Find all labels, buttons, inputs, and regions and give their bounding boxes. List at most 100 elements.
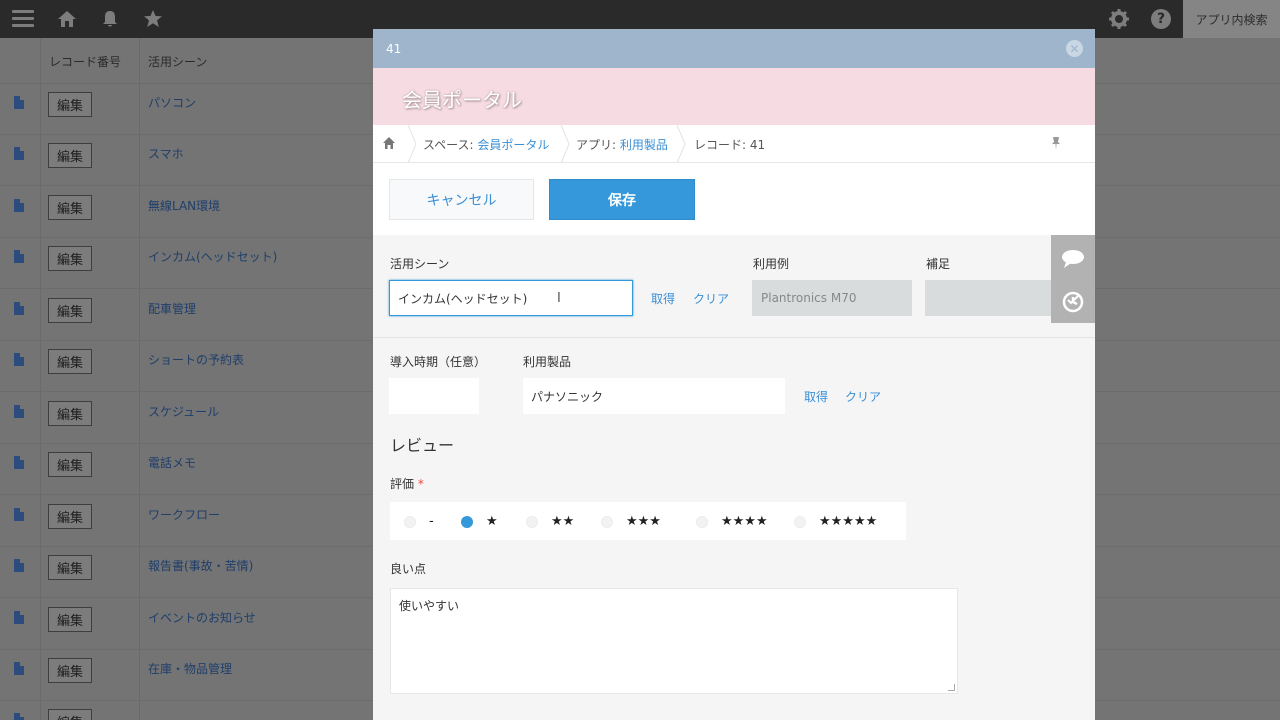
product-input[interactable]: パナソニック — [523, 378, 785, 414]
radio-button[interactable] — [404, 515, 416, 528]
edit-button[interactable]: 編集 — [48, 349, 92, 374]
breadcrumb-space-prefix: スペース: — [423, 138, 478, 152]
good-points-value: 使いやすい — [399, 599, 460, 613]
radio-button[interactable] — [526, 515, 538, 528]
breadcrumb-app-link[interactable]: 利用製品 — [620, 138, 668, 152]
rating-label-text: 評価 — [390, 477, 415, 491]
breadcrumb-space[interactable]: スペース: 会員ポータル — [423, 136, 549, 153]
close-icon[interactable]: ✕ — [1066, 40, 1083, 57]
scene-link[interactable]: 在庫・物品管理 — [148, 660, 232, 677]
scene-link[interactable]: スマホ — [148, 145, 184, 162]
record-detail-icon[interactable] — [14, 713, 24, 720]
rating-option-label: - — [429, 514, 434, 529]
scene-link[interactable]: 報告書(事故・苦情) — [148, 557, 253, 574]
cancel-button[interactable]: キャンセル — [389, 179, 534, 220]
record-detail-icon[interactable] — [14, 353, 24, 366]
note-field — [925, 280, 1065, 316]
breadcrumb-record: レコード: 41 — [694, 138, 766, 152]
note-label: 補足 — [926, 257, 951, 271]
scene-link[interactable]: スケジュール — [148, 403, 219, 420]
rating-option[interactable]: - — [404, 514, 434, 529]
rating-option[interactable]: ★★★★★ — [794, 514, 877, 529]
edit-button[interactable]: 編集 — [48, 452, 92, 477]
scene-link[interactable]: 配車管理 — [148, 300, 196, 317]
scene-label: 活用シーン — [390, 257, 450, 271]
intro-date-label: 導入時期（任意） — [390, 355, 487, 369]
resize-handle[interactable] — [948, 684, 955, 691]
record-detail-icon[interactable] — [14, 199, 24, 212]
scene-input[interactable]: インカム(ヘッドセット) I — [389, 280, 633, 316]
record-detail-icon[interactable] — [14, 456, 24, 469]
breadcrumb-app[interactable]: アプリ: 利用製品 — [576, 136, 668, 153]
history-icon[interactable] — [1061, 290, 1085, 314]
radio-button[interactable] — [794, 515, 806, 528]
edit-button[interactable]: 編集 — [48, 607, 92, 632]
pin-icon[interactable] — [1051, 136, 1061, 154]
edit-button[interactable]: 編集 — [48, 298, 92, 323]
radio-button[interactable] — [601, 515, 613, 528]
record-detail-icon[interactable] — [14, 147, 24, 160]
rating-radio-group: - ★ ★★ ★★★ ★★★★ ★★★★★ — [390, 502, 906, 540]
star-icon[interactable] — [141, 7, 165, 31]
record-detail-icon[interactable] — [14, 508, 24, 521]
breadcrumb-space-link[interactable]: 会員ポータル — [477, 138, 549, 152]
product-label: 利用製品 — [523, 355, 572, 369]
example-label: 利用例 — [753, 257, 790, 271]
rating-option[interactable]: ★★ — [526, 514, 574, 529]
edit-button[interactable]: 編集 — [48, 555, 92, 580]
home-icon[interactable] — [382, 136, 396, 150]
record-detail-icon[interactable] — [14, 611, 24, 624]
scene-get-button[interactable]: 取得 — [651, 290, 675, 307]
scene-link[interactable]: イベントのお知らせ — [148, 609, 256, 626]
review-section-title: レビュー — [390, 436, 455, 455]
scene-link[interactable]: 無線LAN環境 — [148, 197, 220, 214]
scene-link[interactable]: ワークフロー — [148, 506, 220, 523]
record-detail-icon[interactable] — [14, 302, 24, 315]
radio-button[interactable] — [696, 515, 708, 528]
breadcrumb-separator — [407, 125, 417, 163]
home-icon[interactable] — [55, 7, 79, 31]
scene-clear-button[interactable]: クリア — [693, 290, 729, 307]
edit-button[interactable]: 編集 — [48, 401, 92, 426]
comment-icon[interactable] — [1061, 247, 1085, 271]
scene-link[interactable]: 電話メモ — [148, 454, 196, 471]
edit-button[interactable]: 編集 — [48, 504, 92, 529]
rating-option[interactable]: ★ — [461, 514, 498, 529]
product-clear-button[interactable]: クリア — [845, 388, 881, 405]
rating-option-label: ★★★★ — [721, 514, 768, 529]
dialog-title-bar: 41 ✕ — [373, 29, 1095, 68]
radio-button[interactable] — [461, 515, 473, 528]
record-detail-icon[interactable] — [14, 250, 24, 263]
text-cursor-icon: I — [557, 291, 561, 306]
menu-icon[interactable] — [10, 7, 34, 31]
rating-label: 評価 * — [390, 475, 424, 492]
save-button[interactable]: 保存 — [549, 179, 695, 220]
gear-icon[interactable] — [1107, 7, 1131, 31]
help-icon[interactable]: ? — [1149, 7, 1173, 31]
rating-option-label: ★ — [486, 514, 498, 529]
record-detail-icon[interactable] — [14, 559, 24, 572]
rating-option-label: ★★★★★ — [819, 514, 878, 529]
product-get-button[interactable]: 取得 — [804, 388, 828, 405]
rating-option[interactable]: ★★★★ — [696, 514, 768, 529]
record-detail-icon[interactable] — [14, 96, 24, 109]
record-detail-icon[interactable] — [14, 662, 24, 675]
good-points-textarea[interactable]: 使いやすい — [390, 588, 958, 694]
scene-link[interactable]: インカム(ヘッドセット) — [148, 248, 277, 265]
record-detail-icon[interactable] — [14, 405, 24, 418]
bell-icon[interactable] — [98, 7, 122, 31]
edit-button[interactable]: 編集 — [48, 246, 92, 271]
edit-button[interactable]: 編集 — [48, 143, 92, 168]
scene-link[interactable]: ショートの予約表 — [148, 351, 244, 368]
edit-button[interactable]: 編集 — [48, 709, 92, 720]
record-form: 活用シーン インカム(ヘッドセット) I 取得 クリア 利用例 Plantron… — [373, 235, 1095, 720]
rating-option[interactable]: ★★★ — [601, 514, 661, 529]
edit-button[interactable]: 編集 — [48, 92, 92, 117]
scene-link[interactable]: パソコン — [148, 94, 196, 111]
edit-button[interactable]: 編集 — [48, 658, 92, 683]
app-search-button[interactable]: アプリ内検索 — [1183, 0, 1280, 38]
edit-button[interactable]: 編集 — [48, 195, 92, 220]
intro-date-input[interactable] — [389, 378, 479, 414]
scene-input-value: インカム(ヘッドセット) — [398, 291, 528, 306]
record-edit-dialog: 41 ✕ 会員ポータル スペース: 会員ポータル アプリ: 利用製品 レコード:… — [373, 29, 1095, 720]
